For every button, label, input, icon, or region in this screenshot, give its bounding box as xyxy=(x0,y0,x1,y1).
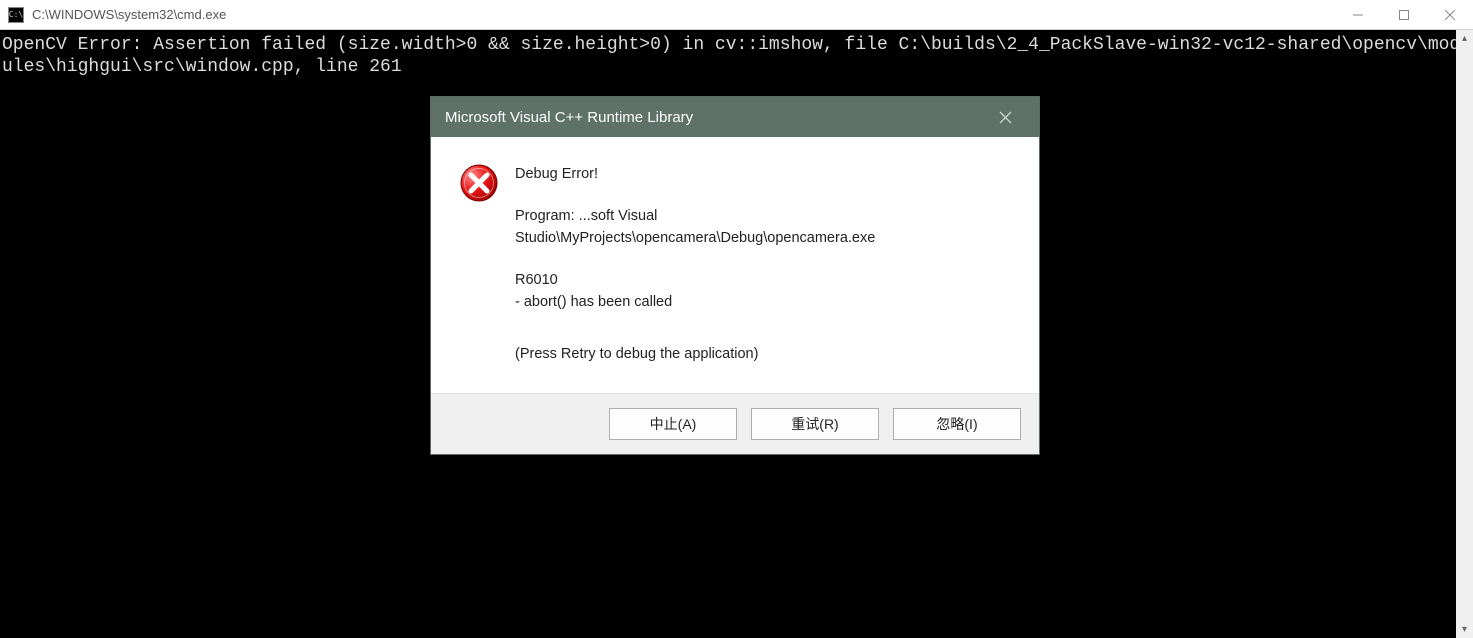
dialog-title: Microsoft Visual C++ Runtime Library xyxy=(445,109,985,126)
close-button[interactable] xyxy=(1427,0,1473,29)
cmd-titlebar: C:\ C:\WINDOWS\system32\cmd.exe xyxy=(0,0,1473,30)
dialog-error-block: R6010 - abort() has been called xyxy=(515,269,1011,313)
dialog-close-button[interactable] xyxy=(985,97,1025,137)
dialog-hint: (Press Retry to debug the application) xyxy=(515,343,1011,365)
close-icon xyxy=(1444,9,1456,21)
dialog-icon-column xyxy=(459,163,515,365)
cmd-window-controls xyxy=(1335,0,1473,29)
ignore-button[interactable]: 忽略(I) xyxy=(893,408,1021,440)
error-x-icon xyxy=(459,163,499,203)
dialog-program-path: Studio\MyProjects\opencamera\Debug\openc… xyxy=(515,227,1011,249)
dialog-error-code: R6010 xyxy=(515,269,1011,291)
dialog-program-label: Program: ...soft Visual xyxy=(515,205,1011,227)
scroll-down-arrow-icon[interactable]: ▾ xyxy=(1456,621,1473,638)
runtime-error-dialog: Microsoft Visual C++ Runtime Library xyxy=(430,96,1040,455)
maximize-icon xyxy=(1398,9,1410,21)
cmd-app-icon: C:\ xyxy=(8,7,24,23)
cmd-window-title: C:\WINDOWS\system32\cmd.exe xyxy=(32,7,1335,22)
close-icon xyxy=(999,111,1012,124)
dialog-text-column: Debug Error! Program: ...soft Visual Stu… xyxy=(515,163,1011,365)
minimize-button[interactable] xyxy=(1335,0,1381,29)
dialog-titlebar: Microsoft Visual C++ Runtime Library xyxy=(431,97,1039,137)
dialog-footer: 中止(A) 重试(R) 忽略(I) xyxy=(431,393,1039,454)
dialog-error-desc: - abort() has been called xyxy=(515,291,1011,313)
minimize-icon xyxy=(1352,9,1364,21)
scroll-up-arrow-icon[interactable]: ▴ xyxy=(1456,30,1473,47)
maximize-button[interactable] xyxy=(1381,0,1427,29)
retry-button[interactable]: 重试(R) xyxy=(751,408,879,440)
dialog-program-block: Program: ...soft Visual Studio\MyProject… xyxy=(515,205,1011,249)
vertical-scrollbar[interactable]: ▴ ▾ xyxy=(1456,30,1473,638)
abort-button[interactable]: 中止(A) xyxy=(609,408,737,440)
dialog-body: Debug Error! Program: ...soft Visual Stu… xyxy=(431,137,1039,393)
dialog-heading: Debug Error! xyxy=(515,163,1011,185)
